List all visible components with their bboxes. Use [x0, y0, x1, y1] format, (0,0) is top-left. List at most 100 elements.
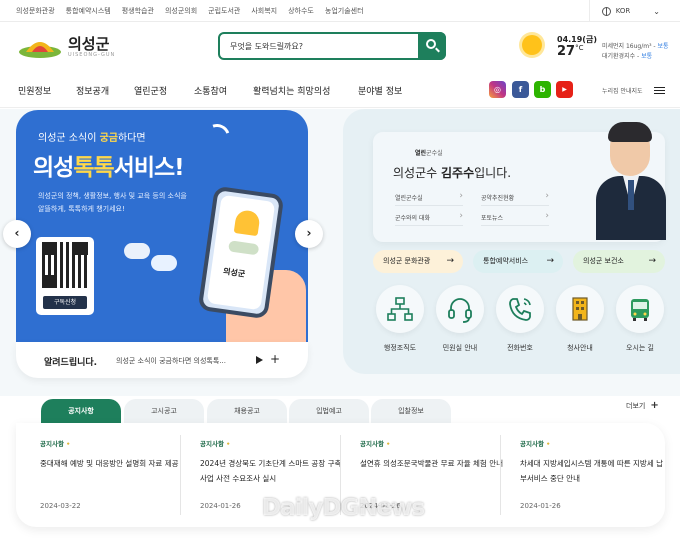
plus-icon[interactable]: +	[270, 352, 280, 366]
youtube-icon[interactable]: ▶	[556, 81, 573, 98]
qr-label: 구독신청	[43, 296, 87, 309]
utility-link[interactable]: 의성문화관광	[16, 6, 55, 16]
qr-code-icon	[42, 242, 88, 288]
chevron-down-icon: ⌄	[653, 6, 660, 16]
notice-category: 공지사항	[200, 438, 345, 448]
bell-icon	[233, 209, 261, 237]
search-input[interactable]	[220, 34, 410, 58]
quick-link-reservation[interactable]: 통합예약서비스 →	[473, 250, 563, 273]
logo-subtitle: UISEONG-GUN	[68, 51, 116, 58]
quick-link-culture[interactable]: 의성군 문화관광 →	[373, 250, 463, 273]
main-navigation: 민원정보 정보공개 열린군정 소통참여 활력넘치는 희망의성 분야별 정보 ◎ …	[0, 72, 680, 108]
facebook-icon[interactable]: f	[512, 81, 529, 98]
tab-recruitment[interactable]: 채용공고	[207, 399, 287, 423]
tab-notices[interactable]: 공지사항	[41, 399, 121, 423]
quick-link-health[interactable]: 의성군 보건소 →	[573, 250, 665, 273]
hamburger-menu-icon[interactable]	[654, 87, 665, 94]
utility-link[interactable]: 농업기술센터	[325, 6, 364, 16]
blog-icon[interactable]: b	[534, 81, 551, 98]
notice-date: 2024-01-26	[520, 502, 561, 510]
qr-code[interactable]: 구독신청	[36, 237, 94, 315]
quick-icon-label: 민원실 안내	[442, 344, 478, 352]
notice-title[interactable]: 설연휴 의성조문국박물관 무료 자율 체험 안내	[360, 456, 505, 486]
nav-item[interactable]: 정보공개	[76, 84, 109, 97]
play-icon[interactable]	[256, 356, 263, 364]
more-button[interactable]: 더보기 +	[626, 400, 659, 411]
bus-icon	[631, 299, 649, 321]
notice-title[interactable]: 2024년 경상북도 기초단계 스마트 공장 구축사업 사전 수요조사 실시	[200, 456, 345, 486]
banner-tagline: 의성군 소식이 궁금하다면	[38, 133, 146, 144]
sitemap-link[interactable]: 누리집 안내지도	[602, 86, 643, 95]
utility-links: 의성문화관광 통합예약시스템 평생학습관 의성군의회 군립도서관 사회복지 상하…	[16, 6, 364, 16]
notice-card[interactable]: 공지사항 중대재해 예방 및 대응방안 설명회 자료 제공 2024-03-22	[40, 438, 185, 510]
mayor-link[interactable]: 공약추진현황	[481, 191, 549, 206]
notice-strip: 알려드립니다. 의성군 소식이 궁금하다면 의성톡톡... +	[16, 342, 308, 378]
mayor-photo	[596, 120, 666, 240]
quick-icon-civil[interactable]	[436, 285, 484, 333]
building-icon	[572, 297, 588, 321]
language-selector[interactable]: KOR ⌄	[588, 0, 660, 22]
notice-date: 2024-03-22	[40, 502, 81, 510]
notice-title[interactable]: 중대재해 예방 및 대응방안 설명회 자료 제공	[40, 456, 185, 486]
utility-link[interactable]: 통합예약시스템	[66, 6, 111, 16]
watermark: DailyDGNews	[262, 495, 425, 521]
weather-temperature: 27°C	[557, 44, 584, 59]
site-logo[interactable]: 의성군 UISEONG-GUN	[18, 34, 115, 60]
globe-icon	[601, 6, 611, 16]
divider	[500, 435, 501, 515]
quick-icon-org[interactable]	[376, 285, 424, 333]
quick-icon-building[interactable]	[556, 285, 604, 333]
nav-item[interactable]: 활력넘치는 희망의성	[253, 84, 330, 97]
arrow-right-icon: →	[446, 256, 454, 266]
notice-card[interactable]: 공지사항 차세대 지방세입시스템 개통에 따른 지방세 납부서비스 중단 안내 …	[520, 438, 665, 510]
mayor-link[interactable]: 군수와의 대화	[395, 211, 463, 226]
tab-announcements[interactable]: 고시공고	[124, 399, 204, 423]
chat-bubble-icon	[151, 255, 177, 271]
notice-title[interactable]: 차세대 지방세입시스템 개통에 따른 지방세 납부서비스 중단 안내	[520, 456, 665, 486]
utility-link[interactable]: 사회복지	[251, 6, 277, 16]
tab-legislation[interactable]: 입법예고	[289, 399, 369, 423]
banner-next-button[interactable]: ›	[295, 220, 323, 248]
nav-item[interactable]: 소통참여	[194, 84, 227, 97]
quick-icon-label: 행정조직도	[383, 344, 417, 352]
notice-category: 공지사항	[40, 438, 185, 448]
language-label: KOR	[615, 7, 631, 15]
search-box	[218, 32, 446, 60]
utility-link[interactable]: 의성군의회	[165, 6, 197, 16]
banner-prev-button[interactable]: ‹	[3, 220, 31, 248]
nav-item[interactable]: 열린군정	[134, 84, 167, 97]
arrow-right-icon: →	[546, 256, 554, 266]
mayor-link[interactable]: 포토뉴스	[481, 211, 549, 226]
quick-icon-label: 오시는 길	[626, 344, 654, 352]
utility-link[interactable]: 평생학습관	[122, 6, 154, 16]
utility-link[interactable]: 군립도서관	[208, 6, 240, 16]
headset-icon	[448, 298, 472, 323]
sun-icon	[522, 35, 542, 55]
utility-link[interactable]: 상하수도	[288, 6, 314, 16]
mayor-tag: 열린군수실	[415, 150, 443, 157]
tab-bidding[interactable]: 입찰정보	[371, 399, 451, 423]
plus-icon: +	[650, 400, 659, 411]
instagram-icon[interactable]: ◎	[489, 81, 506, 98]
weather-widget: 04.19(금) 27°C 미세먼지 16ug/m³ - 보통 대기환경지수 -…	[520, 32, 670, 62]
banner-description: 의성군의 정책, 생활정보, 행사 및 교육 등의 소식을 알뜰하게, 톡톡하게…	[38, 192, 187, 213]
notice-category: 공지사항	[520, 438, 665, 448]
logo-emblem-icon	[19, 42, 61, 58]
nav-item[interactable]: 분야별 정보	[358, 84, 402, 97]
toggle-illustration	[228, 240, 260, 256]
promo-banner[interactable]: 의성군 소식이 궁금하다면 의성톡톡서비스! 의성군의 정책, 생활정보, 행사…	[16, 110, 308, 342]
quick-icon-directions[interactable]	[616, 285, 664, 333]
notice-title: 알려드립니다.	[44, 358, 98, 368]
fine-dust-status: 미세먼지 16ug/m³ - 보통	[602, 43, 669, 50]
chat-bubble-icon	[124, 243, 150, 259]
mayor-link[interactable]: 열린군수실	[395, 191, 463, 206]
nav-item[interactable]: 민원정보	[18, 84, 51, 97]
notice-message[interactable]: 의성군 소식이 궁금하다면 의성톡톡...	[116, 356, 226, 366]
search-button[interactable]	[418, 32, 446, 60]
quick-icon-phone[interactable]	[496, 285, 544, 333]
site-header: 의성군 UISEONG-GUN 04.19(금) 27°C 미세먼지 16ug/…	[0, 22, 680, 72]
notice-category: 공지사항	[360, 438, 505, 448]
org-chart-icon	[387, 297, 413, 321]
quick-icon-label: 청사안내	[567, 344, 593, 352]
mayor-headline: 의성군수 김주수입니다.	[393, 166, 512, 180]
